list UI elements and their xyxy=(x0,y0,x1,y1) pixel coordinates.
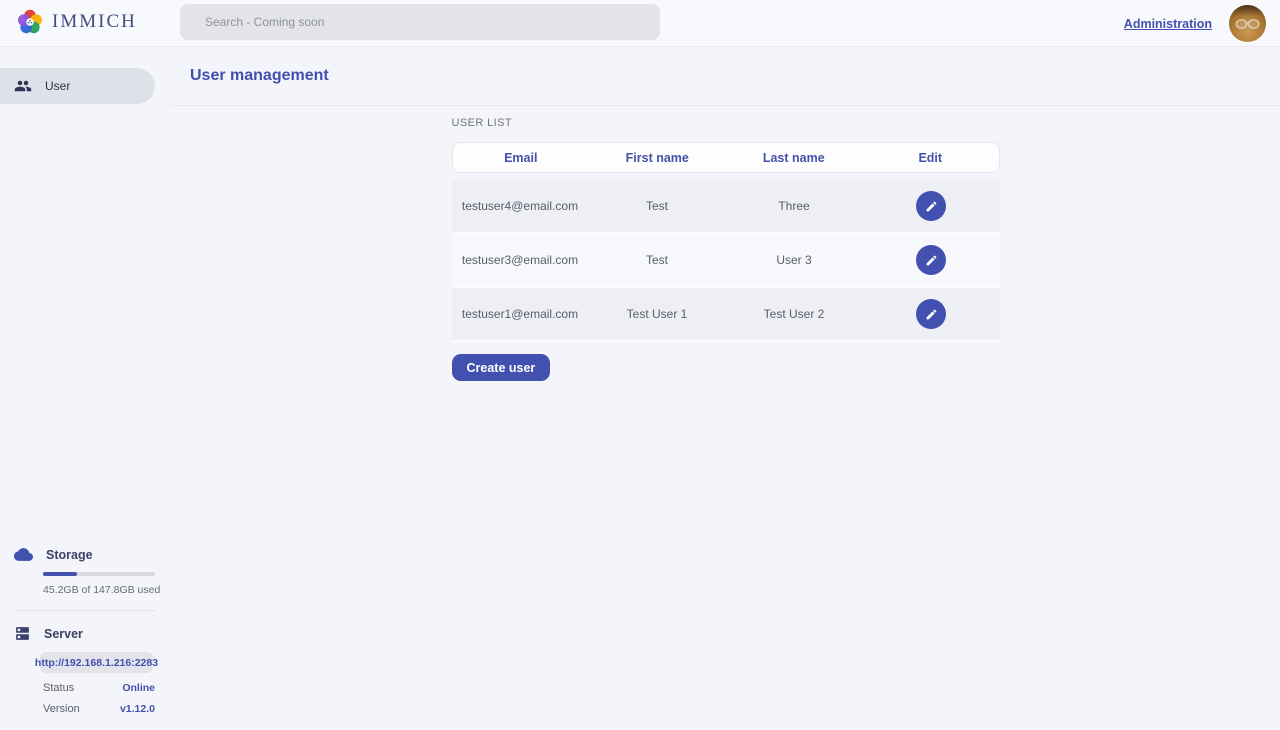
server-status-row: Status Online xyxy=(43,682,155,694)
storage-usage-text: 45.2GB of 147.8GB used xyxy=(43,584,171,596)
server-title: Server xyxy=(44,627,83,641)
user-list-label: USER LIST xyxy=(452,117,1000,129)
user-avatar[interactable] xyxy=(1229,5,1266,42)
version-value: v1.12.0 xyxy=(120,703,155,715)
sidebar-item-label: User xyxy=(45,79,70,93)
app-logo[interactable]: IMMICH xyxy=(15,7,137,37)
table-row: testuser4@email.com Test Three xyxy=(452,180,1000,234)
cell-email: testuser1@email.com xyxy=(452,307,589,321)
cell-last-name: User 3 xyxy=(726,253,863,267)
sidebar-status-panel: Storage 45.2GB of 147.8GB used Server ht… xyxy=(0,545,171,715)
user-list-section: USER LIST Email First name Last name Edi… xyxy=(452,117,1000,381)
page-header: User management xyxy=(171,47,1280,106)
server-version-row: Version v1.12.0 xyxy=(43,703,155,715)
page-title: User management xyxy=(190,67,329,85)
table-row: testuser1@email.com Test User 1 Test Use… xyxy=(452,288,1000,342)
storage-block-header: Storage xyxy=(0,545,171,564)
status-label: Status xyxy=(43,682,74,694)
table-header-row: Email First name Last name Edit xyxy=(452,142,1000,173)
administration-link[interactable]: Administration xyxy=(1124,17,1212,31)
cell-first-name: Test User 1 xyxy=(589,307,726,321)
status-value: Online xyxy=(122,682,155,694)
server-url-badge: http://192.168.1.216:2283 xyxy=(40,652,153,673)
pencil-icon xyxy=(925,200,938,213)
column-header-edit: Edit xyxy=(862,151,999,165)
sidebar-divider xyxy=(14,610,155,611)
column-header-email: Email xyxy=(453,151,590,165)
top-navbar: IMMICH Administration xyxy=(0,0,1280,47)
cell-email: testuser4@email.com xyxy=(452,199,589,213)
logo-wordmark: IMMICH xyxy=(52,11,137,33)
cell-email: testuser3@email.com xyxy=(452,253,589,267)
storage-title: Storage xyxy=(46,548,93,562)
cell-first-name: Test xyxy=(589,253,726,267)
immich-flower-icon xyxy=(15,7,45,37)
storage-progress-fill xyxy=(43,572,77,576)
pencil-icon xyxy=(925,308,938,321)
table-row: testuser3@email.com Test User 3 xyxy=(452,234,1000,288)
column-header-first-name: First name xyxy=(589,151,726,165)
users-group-icon xyxy=(14,77,32,95)
version-label: Version xyxy=(43,703,80,715)
search-input[interactable] xyxy=(180,4,660,40)
cloud-icon xyxy=(14,545,33,564)
search-bar xyxy=(180,4,660,40)
storage-progress-bar xyxy=(43,572,155,576)
cell-last-name: Three xyxy=(726,199,863,213)
sidebar: User Storage 45.2GB of 147.8GB used Serv… xyxy=(0,47,171,730)
dns-server-icon xyxy=(14,625,31,642)
edit-user-button[interactable] xyxy=(916,299,946,329)
sidebar-item-user[interactable]: User xyxy=(0,68,155,104)
edit-user-button[interactable] xyxy=(916,191,946,221)
main-content: User management USER LIST Email First na… xyxy=(171,47,1280,730)
table-body: testuser4@email.com Test Three testuser3… xyxy=(452,180,1000,342)
cell-first-name: Test xyxy=(589,199,726,213)
navbar-right-group: Administration xyxy=(1124,0,1266,47)
create-user-button[interactable]: Create user xyxy=(452,354,551,381)
pencil-icon xyxy=(925,254,938,267)
column-header-last-name: Last name xyxy=(726,151,863,165)
edit-user-button[interactable] xyxy=(916,245,946,275)
server-block-header: Server xyxy=(0,625,171,642)
cell-last-name: Test User 2 xyxy=(726,307,863,321)
